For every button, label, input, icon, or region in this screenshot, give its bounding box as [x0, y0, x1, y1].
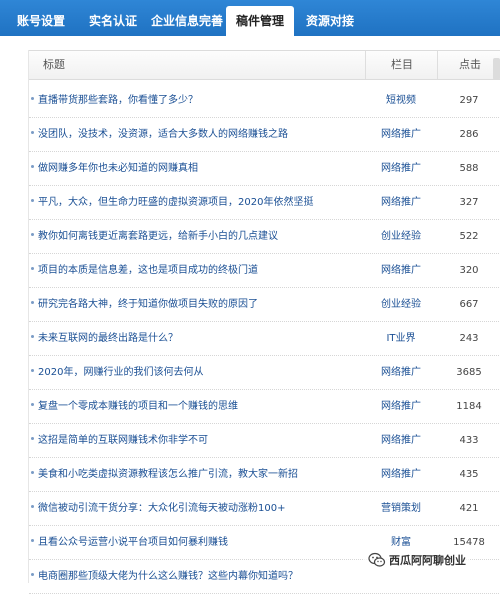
tab-account-settings[interactable]: 账号设置 — [10, 6, 72, 36]
table-row: 这招是简单的互联网赚钱术你非学不可 网络推广 433 — [29, 424, 500, 458]
article-title-link[interactable]: 2020年，网赚行业的我们该何去何从 — [38, 356, 358, 389]
bullet-icon — [31, 471, 34, 474]
article-category-link[interactable]: 营销策划 — [365, 492, 437, 525]
article-title-link[interactable]: 复盘一个零成本赚钱的项目和一个赚钱的思维 — [38, 390, 358, 423]
header-title: 标题 — [43, 58, 65, 71]
article-clicks: 522 — [459, 231, 479, 242]
article-title-link[interactable]: 未来互联网的最终出路是什么？ — [38, 322, 358, 355]
bullet-icon — [31, 131, 34, 134]
table-row: 直播带货那些套路，你看懂了多少？ 短视频 297 — [29, 84, 500, 118]
table-row: 做网赚多年你也未必知道的网赚真相 网络推广 588 — [29, 152, 500, 186]
article-title-link[interactable]: 直播带货那些套路，你看懂了多少？ — [38, 84, 358, 117]
article-clicks: 243 — [459, 333, 479, 344]
bullet-icon — [31, 97, 34, 100]
tab-company-info[interactable]: 企业信息完善 — [148, 6, 226, 36]
tab-real-name-auth[interactable]: 实名认证 — [82, 6, 144, 36]
bullet-icon — [31, 267, 34, 270]
article-title-link[interactable]: 没团队，没技术，没资源，适合大多数人的网络赚钱之路 — [38, 118, 358, 151]
article-clicks: 435 — [459, 469, 479, 480]
tab-bar: 账号设置 实名认证 企业信息完善 稿件管理 资源对接 — [0, 0, 500, 36]
article-category-link[interactable]: 网络推广 — [365, 118, 437, 151]
article-clicks: 667 — [459, 299, 479, 310]
scrollbar[interactable] — [493, 58, 500, 80]
article-clicks: 433 — [459, 435, 479, 446]
bullet-icon — [31, 505, 34, 508]
tab-manuscript-management[interactable]: 稿件管理 — [226, 6, 294, 36]
article-title-link[interactable]: 研究完各路大神，终于知道你做项目失败的原因了 — [38, 288, 358, 321]
article-title-link[interactable]: 微信被动引流干货分享：大众化引流每天被动涨粉100+ — [38, 492, 358, 525]
article-title-link[interactable]: 电商圈那些顶级大佬为什么这么赚钱？这些内幕你知道吗？ — [38, 560, 358, 593]
tab-resource-matching[interactable]: 资源对接 — [298, 6, 362, 36]
watermark-text: 西瓜阿阿聊创业 — [389, 554, 466, 567]
table-row: 项目的本质是信息差，这也是项目成功的终极门道 网络推广 320 — [29, 254, 500, 288]
header-clicks: 点击 — [437, 51, 500, 79]
bullet-icon — [31, 369, 34, 372]
article-category-link[interactable]: 网络推广 — [365, 152, 437, 185]
article-category-link[interactable]: 创业经验 — [365, 288, 437, 321]
article-list: 直播带货那些套路，你看懂了多少？ 短视频 297 没团队，没技术，没资源，适合大多数人… — [29, 84, 500, 594]
article-clicks: 588 — [459, 163, 479, 174]
bullet-icon — [31, 165, 34, 168]
bullet-icon — [31, 573, 34, 576]
article-category-link[interactable]: 短视频 — [365, 84, 437, 117]
article-category-link[interactable]: IT业界 — [365, 322, 437, 355]
table-row: 微信被动引流干货分享：大众化引流每天被动涨粉100+ 营销策划 421 — [29, 492, 500, 526]
table-row: 复盘一个零成本赚钱的项目和一个赚钱的思维 网络推广 1184 — [29, 390, 500, 424]
article-category-link[interactable]: 网络推广 — [365, 254, 437, 287]
article-title-link[interactable]: 且看公众号运营小说平台项目如何暴利赚钱 — [38, 526, 358, 559]
bullet-icon — [31, 539, 34, 542]
bullet-icon — [31, 233, 34, 236]
article-category-link[interactable]: 网络推广 — [365, 458, 437, 491]
wechat-icon — [368, 552, 386, 567]
article-clicks: 421 — [459, 503, 479, 514]
article-category-link[interactable]: 网络推广 — [365, 424, 437, 457]
article-category-link[interactable]: 网络推广 — [365, 356, 437, 389]
bullet-icon — [31, 437, 34, 440]
article-title-link[interactable]: 教你如何离钱更近离套路更远，给新手小白的几点建议 — [38, 220, 358, 253]
table-row: 2020年，网赚行业的我们该何去何从 网络推广 3685 — [29, 356, 500, 390]
table-row: 未来互联网的最终出路是什么？ IT业界 243 — [29, 322, 500, 356]
article-clicks: 286 — [459, 129, 479, 140]
article-clicks: 1184 — [456, 401, 482, 412]
article-title-link[interactable]: 美食和小吃类虚拟资源教程该怎么推广引流，教大家一新招 — [38, 458, 358, 491]
article-title-link[interactable]: 做网赚多年你也未必知道的网赚真相 — [38, 152, 358, 185]
article-clicks: 327 — [459, 197, 479, 208]
bullet-icon — [31, 403, 34, 406]
table-row: 没团队，没技术，没资源，适合大多数人的网络赚钱之路 网络推广 286 — [29, 118, 500, 152]
table-row: 教你如何离钱更近离套路更远，给新手小白的几点建议 创业经验 522 — [29, 220, 500, 254]
bullet-icon — [31, 335, 34, 338]
article-clicks: 297 — [459, 95, 479, 106]
table-header: 标题 栏目 点击 — [29, 50, 500, 80]
article-clicks: 320 — [459, 265, 479, 276]
table-row: 美食和小吃类虚拟资源教程该怎么推广引流，教大家一新招 网络推广 435 — [29, 458, 500, 492]
table-row: 平凡，大众，但生命力旺盛的虚拟资源项目，2020年依然坚挺 网络推广 327 — [29, 186, 500, 220]
article-clicks: 3685 — [456, 367, 482, 378]
bullet-icon — [31, 301, 34, 304]
article-title-link[interactable]: 项目的本质是信息差，这也是项目成功的终极门道 — [38, 254, 358, 287]
article-title-link[interactable]: 这招是简单的互联网赚钱术你非学不可 — [38, 424, 358, 457]
bullet-icon — [31, 199, 34, 202]
article-category-link[interactable]: 创业经验 — [365, 220, 437, 253]
article-category-link[interactable]: 网络推广 — [365, 186, 437, 219]
article-title-link[interactable]: 平凡，大众，但生命力旺盛的虚拟资源项目，2020年依然坚挺 — [38, 186, 358, 219]
table-row: 研究完各路大神，终于知道你做项目失败的原因了 创业经验 667 — [29, 288, 500, 322]
watermark: 西瓜阿阿聊创业 — [364, 549, 470, 571]
header-category: 栏目 — [365, 51, 438, 79]
article-category-link[interactable]: 网络推广 — [365, 390, 437, 423]
manuscript-panel: 标题 栏目 点击 直播带货那些套路，你看懂了多少？ 短视频 297 没团队，没技术，没… — [28, 50, 500, 594]
